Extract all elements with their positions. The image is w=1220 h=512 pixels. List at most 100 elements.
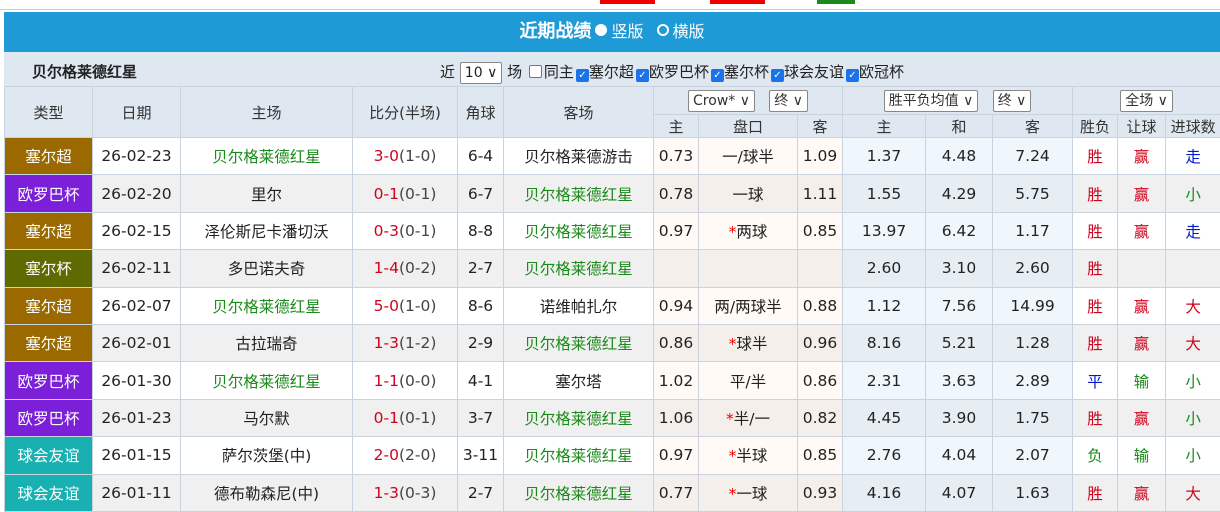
score[interactable]: 2-0(2-0) (353, 437, 458, 474)
league-checkbox[interactable]: ✓ (711, 69, 724, 82)
handicap-line (699, 250, 798, 287)
company-select[interactable]: Crow* ∨ (688, 90, 755, 112)
home-team[interactable]: 里尔 (181, 175, 353, 212)
score[interactable]: 1-1(0-0) (353, 362, 458, 399)
score[interactable]: 0-1(0-1) (353, 175, 458, 212)
away-team[interactable]: 贝尔格莱德红星 (504, 474, 654, 511)
home-team[interactable]: 贝尔格莱德红星 (181, 287, 353, 324)
league-badge[interactable]: 欧罗巴杯 (5, 175, 93, 212)
away-team[interactable]: 诺维帕扎尔 (504, 287, 654, 324)
handicap-line: *半/一 (699, 399, 798, 436)
league-badge[interactable]: 欧罗巴杯 (5, 399, 93, 436)
scope-select[interactable]: 全场 ∨ (1120, 90, 1173, 112)
corners: 3-7 (458, 399, 504, 436)
top-strip (0, 0, 1220, 10)
score[interactable]: 0-3(0-1) (353, 212, 458, 249)
ox-type-value: 胜平负均值 (889, 93, 959, 109)
company-value: Crow* (693, 93, 735, 109)
section-title: 近期战绩 (519, 21, 591, 42)
match-date: 26-02-01 (93, 324, 181, 361)
league-badge[interactable]: 球会友谊 (5, 437, 93, 474)
away-team[interactable]: 贝尔格莱德红星 (504, 250, 654, 287)
league-badge[interactable]: 塞尔超 (5, 324, 93, 361)
score[interactable]: 1-3(1-2) (353, 324, 458, 361)
recent-matches-table: 类型 日期 主场 比分(半场) 角球 客场 Crow* ∨ 终 ∨ 胜平负均值 … (4, 86, 1220, 512)
odds-away: 1.28 (993, 324, 1073, 361)
home-team[interactable]: 泽伦斯尼卡潘切沃 (181, 212, 353, 249)
radio-horizontal[interactable] (657, 24, 669, 36)
league-label: 球会友谊 (784, 63, 844, 81)
league-checkbox[interactable]: ✓ (576, 69, 589, 82)
result-goals: 小 (1166, 437, 1220, 474)
odds-time-select[interactable]: 终 ∨ (769, 90, 808, 112)
away-team[interactable]: 塞尔塔 (504, 362, 654, 399)
handicap-home-odds: 0.78 (654, 175, 699, 212)
league-checkbox[interactable]: ✓ (636, 69, 649, 82)
match-count-value: 10 (465, 65, 483, 81)
home-team[interactable]: 贝尔格莱德红星 (181, 138, 353, 175)
away-team[interactable]: 贝尔格莱德红星 (504, 437, 654, 474)
score[interactable]: 3-0(1-0) (353, 138, 458, 175)
result-win-loss: 胜 (1073, 399, 1118, 436)
result-goals (1166, 250, 1220, 287)
score[interactable]: 1-4(0-2) (353, 250, 458, 287)
option-horizontal-label: 横版 (673, 22, 705, 41)
league-badge[interactable]: 欧罗巴杯 (5, 362, 93, 399)
full-time-score: 0-3 (374, 222, 399, 240)
score[interactable]: 0-1(0-1) (353, 399, 458, 436)
home-team[interactable]: 贝尔格莱德红星 (181, 362, 353, 399)
full-time-score: 1-4 (374, 259, 399, 277)
away-team[interactable]: 贝尔格莱德红星 (504, 324, 654, 361)
match-count-select[interactable]: 10 ∨ (460, 62, 503, 84)
odds-home: 13.97 (843, 212, 926, 249)
radio-vertical[interactable] (595, 24, 607, 36)
home-team[interactable]: 马尔默 (181, 399, 353, 436)
match-date: 26-02-23 (93, 138, 181, 175)
handicap-line-value: 一球 (732, 186, 763, 204)
away-team[interactable]: 贝尔格莱德红星 (504, 175, 654, 212)
away-team[interactable]: 贝尔格莱德红星 (504, 399, 654, 436)
handicap-line: 一球 (699, 175, 798, 212)
handicap-line-value: 半球 (736, 447, 767, 465)
result-handicap: 赢 (1118, 212, 1166, 249)
home-team[interactable]: 多巴诺夫奇 (181, 250, 353, 287)
league-badge[interactable]: 塞尔超 (5, 138, 93, 175)
result-handicap: 赢 (1118, 324, 1166, 361)
odds-away: 5.75 (993, 175, 1073, 212)
full-time-score: 3-0 (374, 147, 399, 165)
col-r-goals: 进球数 (1166, 115, 1220, 138)
handicap-home-odds: 1.06 (654, 399, 699, 436)
full-time-score: 0-1 (374, 409, 399, 427)
section-header: 近期战绩竖版 横版 (4, 12, 1220, 52)
odds-away: 1.75 (993, 399, 1073, 436)
result-win-loss: 胜 (1073, 250, 1118, 287)
result-win-loss: 胜 (1073, 474, 1118, 511)
league-badge[interactable]: 塞尔超 (5, 287, 93, 324)
league-badge[interactable]: 塞尔杯 (5, 250, 93, 287)
tab-marker (600, 0, 655, 4)
ox-type-select[interactable]: 胜平负均值 ∨ (884, 90, 979, 112)
corners: 3-11 (458, 437, 504, 474)
away-team[interactable]: 贝尔格莱德红星 (504, 212, 654, 249)
tab-marker (817, 0, 855, 4)
home-team[interactable]: 德布勒森尼(中) (181, 474, 353, 511)
ox-time-select[interactable]: 终 ∨ (993, 90, 1032, 112)
league-checkbox[interactable]: ✓ (846, 69, 859, 82)
away-team[interactable]: 贝尔格莱德游击 (504, 138, 654, 175)
match-date: 26-01-23 (93, 399, 181, 436)
handicap-line: *两球 (699, 212, 798, 249)
league-badge[interactable]: 球会友谊 (5, 474, 93, 511)
league-badge[interactable]: 塞尔超 (5, 212, 93, 249)
home-team[interactable]: 古拉瑞奇 (181, 324, 353, 361)
score[interactable]: 1-3(0-3) (353, 474, 458, 511)
result-win-loss: 平 (1073, 362, 1118, 399)
home-team[interactable]: 萨尔茨堡(中) (181, 437, 353, 474)
half-time-score: (1-0) (399, 147, 436, 165)
odds-draw: 4.29 (926, 175, 993, 212)
score[interactable]: 5-0(1-0) (353, 287, 458, 324)
handicap-line-value: 一球 (736, 485, 767, 503)
same-home-checkbox[interactable] (529, 65, 542, 78)
odds-draw: 6.42 (926, 212, 993, 249)
result-win-loss: 胜 (1073, 324, 1118, 361)
league-checkbox[interactable]: ✓ (771, 69, 784, 82)
